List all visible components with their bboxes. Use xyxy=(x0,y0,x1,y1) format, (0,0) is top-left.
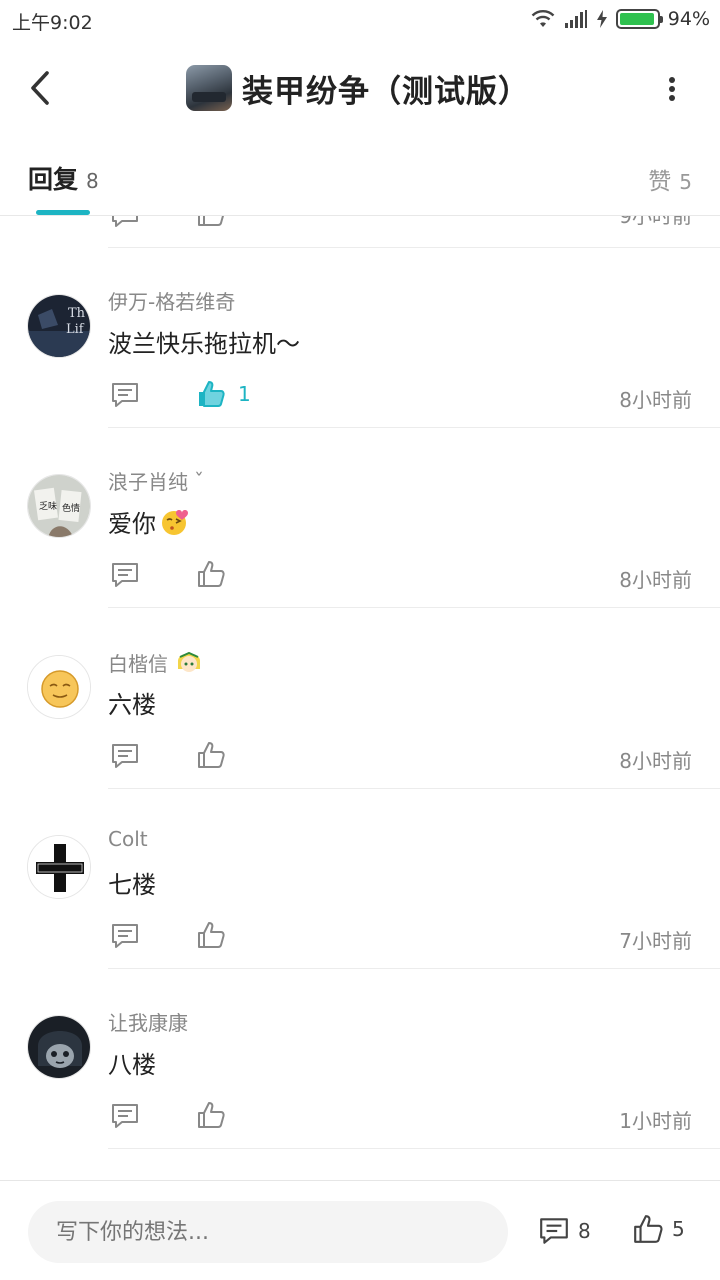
more-vertical-icon[interactable] xyxy=(660,74,684,104)
comment-item: 乏味 色情 浪子肖纯 ˇ 爱你 8小时前 xyxy=(0,428,720,608)
comment-text: 爱你 xyxy=(108,504,192,539)
kiss-emoji-icon xyxy=(162,509,188,535)
comment-username[interactable]: 让我康康 xyxy=(108,1007,188,1036)
bottom-comment-button[interactable]: 8 xyxy=(538,1213,591,1249)
comment-icon[interactable] xyxy=(110,741,140,771)
comment-icon[interactable] xyxy=(110,921,140,951)
bottom-bar: 8 5 xyxy=(0,1180,720,1280)
tab-like-label: 赞 xyxy=(648,169,672,195)
comment-icon xyxy=(540,1218,568,1244)
like-count: 1 xyxy=(238,382,251,406)
comment-actions: 8小时前 xyxy=(108,560,720,596)
avatar[interactable]: 乏味 色情 xyxy=(27,474,91,538)
thumbs-up-icon xyxy=(198,742,225,768)
svg-text:乏味: 乏味 xyxy=(39,500,57,512)
comment-time: 8小时前 xyxy=(619,749,692,773)
list-item: 9小时前 xyxy=(0,216,720,248)
thumbs-up-icon xyxy=(198,1102,225,1128)
comment-icon[interactable] xyxy=(110,1101,140,1131)
status-icons: 94% xyxy=(530,8,710,30)
comment-item: 让我康康 八楼 1小时前 xyxy=(0,969,720,1149)
comment-text: 六楼 xyxy=(108,691,156,719)
title-bar: 装甲纷争（测试版） xyxy=(0,40,720,136)
bottom-like-count: 5 xyxy=(672,1217,685,1241)
tab-like[interactable]: 赞 5 xyxy=(648,162,692,196)
comment-item: Colt 七楼 7小时前 xyxy=(0,789,720,969)
chevron-left-icon xyxy=(31,71,49,105)
comment-item: Th Lif 伊万-格若维奇 波兰快乐拖拉机～ 1 8小时前 xyxy=(0,248,720,428)
battery-level xyxy=(619,13,654,25)
avatar[interactable] xyxy=(27,835,91,899)
comment-icon[interactable] xyxy=(110,560,140,590)
thumbs-up-icon[interactable] xyxy=(196,216,226,228)
comment-item: 白楷信 六楼 8小时前 xyxy=(0,609,720,789)
divider xyxy=(108,607,720,608)
like-button[interactable] xyxy=(196,1099,238,1131)
battery-percent: 94% xyxy=(667,8,710,30)
divider xyxy=(108,1148,720,1149)
signal-icon xyxy=(564,10,587,28)
thumbs-up-icon xyxy=(634,1215,663,1243)
comment-username[interactable]: Colt xyxy=(108,827,148,851)
tab-bar: 回复 8 赞 5 xyxy=(0,136,720,216)
comment-username[interactable]: 浪子肖纯 ˇ xyxy=(108,466,204,495)
avatar[interactable]: Th Lif xyxy=(27,294,91,358)
like-button[interactable] xyxy=(196,558,238,590)
svg-text:色情: 色情 xyxy=(62,502,80,514)
bottom-comment-count: 8 xyxy=(578,1219,591,1243)
thumbs-up-icon xyxy=(198,561,225,587)
comment-actions: 7小时前 xyxy=(108,921,720,957)
comment-time: 8小时前 xyxy=(619,388,692,412)
game-thumbnail xyxy=(186,65,232,111)
comment-text: 八楼 xyxy=(108,1051,156,1079)
wifi-icon xyxy=(531,10,555,27)
charging-icon xyxy=(596,10,607,28)
page-title: 装甲纷争（测试版） xyxy=(242,73,530,110)
comment-username[interactable]: 伊万-格若维奇 xyxy=(108,286,235,315)
svg-text:Lif: Lif xyxy=(66,322,85,337)
svg-text:Th: Th xyxy=(68,306,86,321)
comment-actions: 1小时前 xyxy=(108,1101,720,1137)
comment-text: 波兰快乐拖拉机～ xyxy=(108,330,300,358)
game-title[interactable]: 装甲纷争（测试版） xyxy=(186,64,530,112)
battery-icon xyxy=(615,9,663,29)
like-button[interactable] xyxy=(196,739,238,771)
comment-username[interactable]: 白楷信 xyxy=(108,647,204,677)
status-time: 上午9:02 xyxy=(12,12,93,34)
comment-text: 七楼 xyxy=(108,871,156,899)
comment-actions: 8小时前 xyxy=(108,741,720,777)
comment-time: 9小时前 xyxy=(619,216,692,228)
name-badge: ˇ xyxy=(194,468,204,493)
comment-icon[interactable] xyxy=(110,216,140,230)
bottom-like-button[interactable]: 5 xyxy=(632,1211,685,1247)
status-bar: 上午9:02 94% xyxy=(0,0,720,40)
comment-time: 1小时前 xyxy=(619,1109,692,1133)
tab-reply-label: 回复 xyxy=(28,165,79,194)
comment-time: 7小时前 xyxy=(619,929,692,953)
comment-time: 8小时前 xyxy=(619,568,692,592)
comment-input[interactable] xyxy=(28,1201,508,1263)
like-button[interactable] xyxy=(196,919,238,951)
comment-list[interactable]: 9小时前 Th Lif 伊万-格若维奇 波兰快乐拖拉机～ 1 8小时前 乏味 色… xyxy=(0,216,720,1180)
comment-icon[interactable] xyxy=(110,380,140,410)
thumbs-up-filled-icon xyxy=(199,381,225,407)
thumbs-up-icon xyxy=(198,922,225,948)
tab-active-indicator xyxy=(36,210,90,215)
like-button[interactable]: 1 xyxy=(196,378,251,410)
tab-reply[interactable]: 回复 8 xyxy=(28,160,99,196)
back-button[interactable] xyxy=(22,68,58,108)
tab-like-count: 5 xyxy=(679,170,692,194)
avatar-badge-icon xyxy=(178,651,200,672)
tab-reply-count: 8 xyxy=(86,169,99,193)
avatar[interactable] xyxy=(27,1015,91,1079)
avatar[interactable] xyxy=(27,655,91,719)
comment-actions: 1 8小时前 xyxy=(108,380,720,416)
